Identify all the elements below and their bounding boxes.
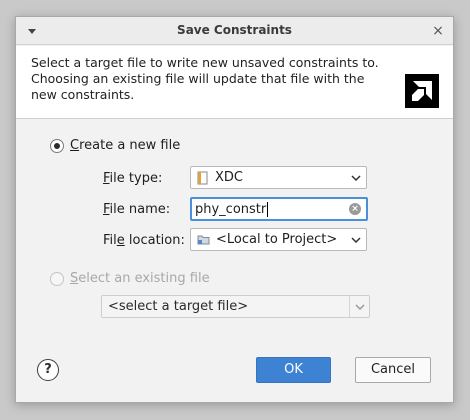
chevron-down-icon (346, 167, 366, 188)
file-location-value: <Local to Project> (216, 232, 338, 247)
window-title: Save Constraints (177, 23, 292, 37)
file-name-label-text: ile name: (109, 202, 171, 217)
ok-button[interactable]: OK (256, 357, 331, 383)
create-new-mnemonic: C (70, 138, 80, 153)
help-button[interactable]: ? (37, 359, 59, 381)
select-existing-label-text: elect an existing file (78, 271, 210, 286)
target-file-dropdown[interactable]: <select a target file> (101, 295, 370, 318)
file-name-value-wrap: phy_constr (192, 201, 349, 217)
cancel-button[interactable]: Cancel (355, 357, 431, 383)
close-button[interactable]: × (429, 22, 447, 40)
create-new-file-radio[interactable]: Create a new file (50, 138, 180, 153)
select-existing-label: Select an existing file (70, 271, 210, 286)
create-new-file-label: Create a new file (70, 138, 180, 153)
file-location-dropdown[interactable]: <Local to Project> (190, 228, 367, 251)
file-name-value: phy_constr (195, 201, 267, 217)
create-new-label-text: reate a new file (79, 138, 181, 153)
file-location-label-pre: Fil (103, 233, 117, 248)
help-icon: ? (44, 362, 52, 377)
amd-logo-icon (405, 74, 439, 108)
close-icon: × (432, 23, 444, 39)
file-type-label: File type: (103, 171, 162, 186)
file-location-mnemonic: e (116, 233, 125, 248)
chevron-down-icon (346, 229, 366, 250)
file-name-input[interactable]: phy_constr × (190, 197, 368, 221)
file-location-label: File location: (103, 233, 185, 248)
folder-icon (197, 234, 210, 245)
radio-unselected-indicator (50, 271, 64, 286)
clear-icon[interactable]: × (349, 203, 361, 215)
chevron-down-icon (349, 296, 369, 317)
radio-selected-indicator (50, 138, 64, 153)
save-constraints-dialog: Save Constraints × Select a target file … (15, 16, 454, 403)
file-name-label: File name: (103, 202, 170, 217)
xdc-file-icon (197, 171, 209, 185)
text-caret (267, 201, 269, 217)
dialog-header: Select a target file to write new unsave… (16, 46, 453, 119)
file-type-value: XDC (215, 170, 243, 185)
file-type-dropdown[interactable]: XDC (190, 166, 367, 189)
header-description: Select a target file to write new unsave… (31, 55, 379, 102)
select-existing-file-radio[interactable]: Select an existing file (50, 271, 210, 286)
target-file-value: <select a target file> (108, 299, 249, 314)
file-location-label-post: location: (124, 233, 185, 248)
title-bar: Save Constraints × (16, 17, 453, 45)
file-type-label-text: ile type: (109, 171, 163, 186)
